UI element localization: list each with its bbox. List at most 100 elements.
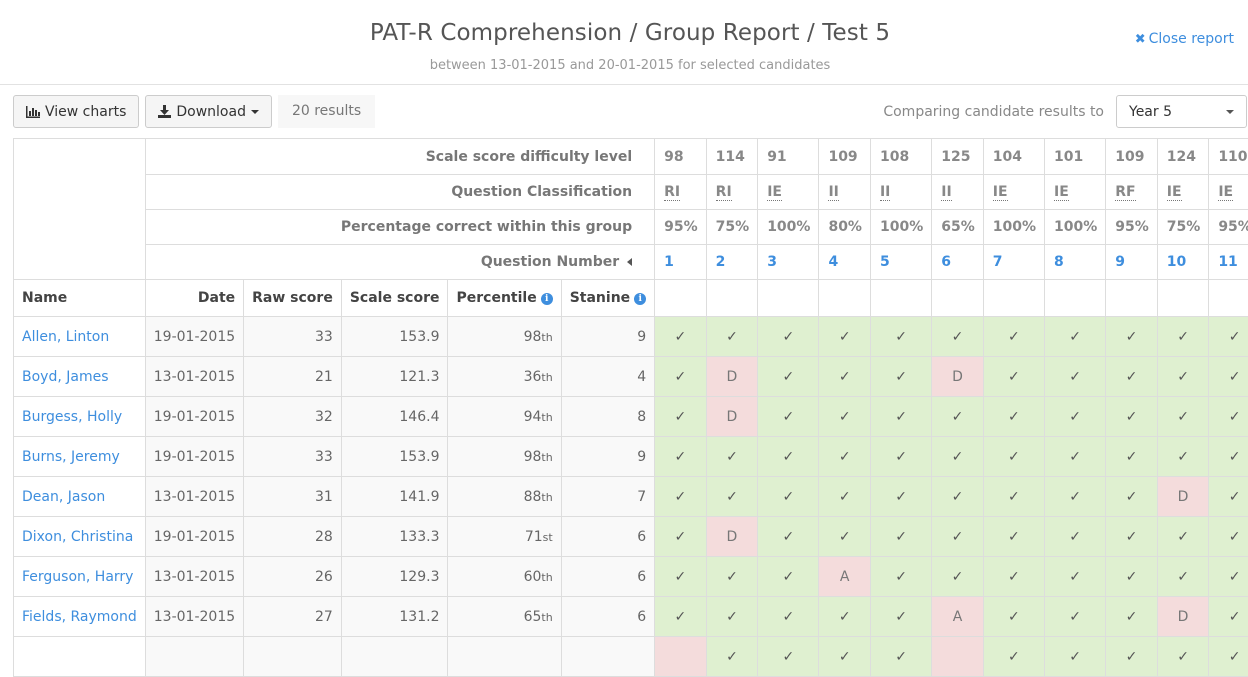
column-header-percentile[interactable]: Percentilei <box>448 280 561 317</box>
sort-left-icon[interactable] <box>627 258 632 266</box>
answer-correct-cell: ✓ <box>1209 397 1248 437</box>
answer-correct-cell: ✓ <box>1157 437 1209 477</box>
view-charts-button[interactable]: View charts <box>13 95 139 128</box>
check-icon: ✓ <box>1229 649 1241 665</box>
question-percentage-cell: 95% <box>655 210 707 245</box>
check-icon: ✓ <box>1126 369 1138 385</box>
answer-correct-cell: ✓ <box>1106 437 1158 477</box>
check-icon: ✓ <box>675 609 687 625</box>
question-percentage: 100% <box>880 219 923 235</box>
date-cell: 13-01-2015 <box>145 557 243 597</box>
question-number-cell[interactable]: 2 <box>706 245 758 280</box>
date-cell <box>145 637 243 677</box>
question-number-cell[interactable]: 3 <box>758 245 819 280</box>
column-header-stanine[interactable]: Staninei <box>561 280 654 317</box>
question-classification-cell[interactable]: IE <box>983 175 1044 210</box>
question-header-spacer <box>870 280 931 317</box>
candidate-name-link[interactable]: Burgess, Holly <box>14 397 146 437</box>
column-header-scale[interactable]: Scale score <box>341 280 448 317</box>
question-classification: RI <box>664 184 680 201</box>
candidate-name-link-text: Boyd, James <box>22 369 109 385</box>
column-header-date[interactable]: Date <box>145 280 243 317</box>
candidate-name-link-text: Ferguson, Harry <box>22 569 133 585</box>
question-classification-cell[interactable]: RI <box>655 175 707 210</box>
candidate-name-link[interactable]: Fields, Raymond <box>14 597 146 637</box>
check-icon: ✓ <box>1126 609 1138 625</box>
answer-correct-cell: ✓ <box>1106 397 1158 437</box>
question-number-cell[interactable]: 5 <box>870 245 931 280</box>
question-number-cell[interactable]: 10 <box>1157 245 1209 280</box>
answer-incorrect-cell: A <box>819 557 871 597</box>
answer-correct-cell: ✓ <box>870 477 931 517</box>
candidate-name-link[interactable]: Dean, Jason <box>14 477 146 517</box>
stanine-cell-text: 6 <box>637 609 646 625</box>
question-classification-cell[interactable]: RI <box>706 175 758 210</box>
answer-correct-cell: ✓ <box>1157 317 1209 357</box>
check-icon: ✓ <box>895 329 907 345</box>
answer-response: D <box>727 529 738 545</box>
question-percentage: 95% <box>1218 219 1248 235</box>
question-classification: IE <box>1054 184 1069 201</box>
candidate-name-link[interactable]: Boyd, James <box>14 357 146 397</box>
question-number-cell[interactable]: 9 <box>1106 245 1158 280</box>
check-icon: ✓ <box>839 489 851 505</box>
percentile-suffix: th <box>541 571 552 584</box>
question-header-spacer <box>655 280 707 317</box>
scale-score-cell-text: 121.3 <box>399 369 439 385</box>
compare-label: Comparing candidate results to <box>883 104 1104 120</box>
info-icon[interactable]: i <box>541 293 553 305</box>
question-difficulty-cell: 124 <box>1157 139 1209 175</box>
download-button[interactable]: Download <box>145 95 272 128</box>
question-number: 2 <box>716 254 726 270</box>
answer-correct-cell: ✓ <box>932 477 984 517</box>
answer-correct-cell: ✓ <box>1209 557 1248 597</box>
candidate-name-link[interactable]: Allen, Linton <box>14 317 146 357</box>
question-classification-cell[interactable]: RF <box>1106 175 1158 210</box>
question-header-spacer <box>758 280 819 317</box>
question-classification-cell[interactable]: IE <box>758 175 819 210</box>
compare-select[interactable]: Year 5 <box>1116 95 1247 128</box>
question-classification-cell[interactable]: IE <box>1209 175 1248 210</box>
question-number-cell[interactable]: 6 <box>932 245 984 280</box>
candidate-name-link[interactable]: Ferguson, Harry <box>14 557 146 597</box>
question-classification-cell[interactable]: II <box>819 175 871 210</box>
answer-correct-cell: ✓ <box>706 477 758 517</box>
column-header-name[interactable]: Name <box>14 280 146 317</box>
candidate-name-link[interactable]: Dixon, Christina <box>14 517 146 557</box>
answer-correct-cell: ✓ <box>1157 397 1209 437</box>
question-classification: IE <box>993 184 1008 201</box>
table-row: Burgess, Holly19-01-201532146.494th8✓D✓✓… <box>14 397 1248 437</box>
check-icon: ✓ <box>782 369 794 385</box>
question-classification-cell[interactable]: IE <box>1045 175 1106 210</box>
question-number-cell[interactable]: 11 <box>1209 245 1248 280</box>
answer-correct-cell: ✓ <box>1209 437 1248 477</box>
question-number-cell[interactable]: 1 <box>655 245 707 280</box>
answer-correct-cell: ✓ <box>655 357 707 397</box>
answer-correct-cell: ✓ <box>870 437 931 477</box>
check-icon: ✓ <box>1069 449 1081 465</box>
answer-correct-cell: ✓ <box>983 437 1044 477</box>
check-icon: ✓ <box>1008 609 1020 625</box>
column-header-raw[interactable]: Raw score <box>244 280 342 317</box>
question-classification-cell[interactable]: IE <box>1157 175 1209 210</box>
scale-score-cell-text: 153.9 <box>399 449 439 465</box>
candidate-name-link[interactable]: Burns, Jeremy <box>14 437 146 477</box>
question-header-spacer <box>1106 280 1158 317</box>
answer-correct-cell: ✓ <box>983 317 1044 357</box>
close-report-link[interactable]: ✖Close report <box>1135 31 1234 47</box>
info-icon[interactable]: i <box>634 293 646 305</box>
question-classification-cell[interactable]: II <box>932 175 984 210</box>
candidate-name-link[interactable] <box>14 637 146 677</box>
answer-correct-cell: ✓ <box>758 637 819 677</box>
answer-correct-cell: ✓ <box>758 397 819 437</box>
meta-label-number[interactable]: Question Number <box>145 245 654 280</box>
question-number-cell[interactable]: 8 <box>1045 245 1106 280</box>
check-icon: ✓ <box>1008 569 1020 585</box>
scale-score-cell: 146.4 <box>341 397 448 437</box>
scale-score-cell: 131.2 <box>341 597 448 637</box>
question-number-cell[interactable]: 4 <box>819 245 871 280</box>
question-number-cell[interactable]: 7 <box>983 245 1044 280</box>
question-classification-cell[interactable]: II <box>870 175 931 210</box>
stanine-cell-text: 4 <box>637 369 646 385</box>
raw-score-cell: 32 <box>244 397 342 437</box>
